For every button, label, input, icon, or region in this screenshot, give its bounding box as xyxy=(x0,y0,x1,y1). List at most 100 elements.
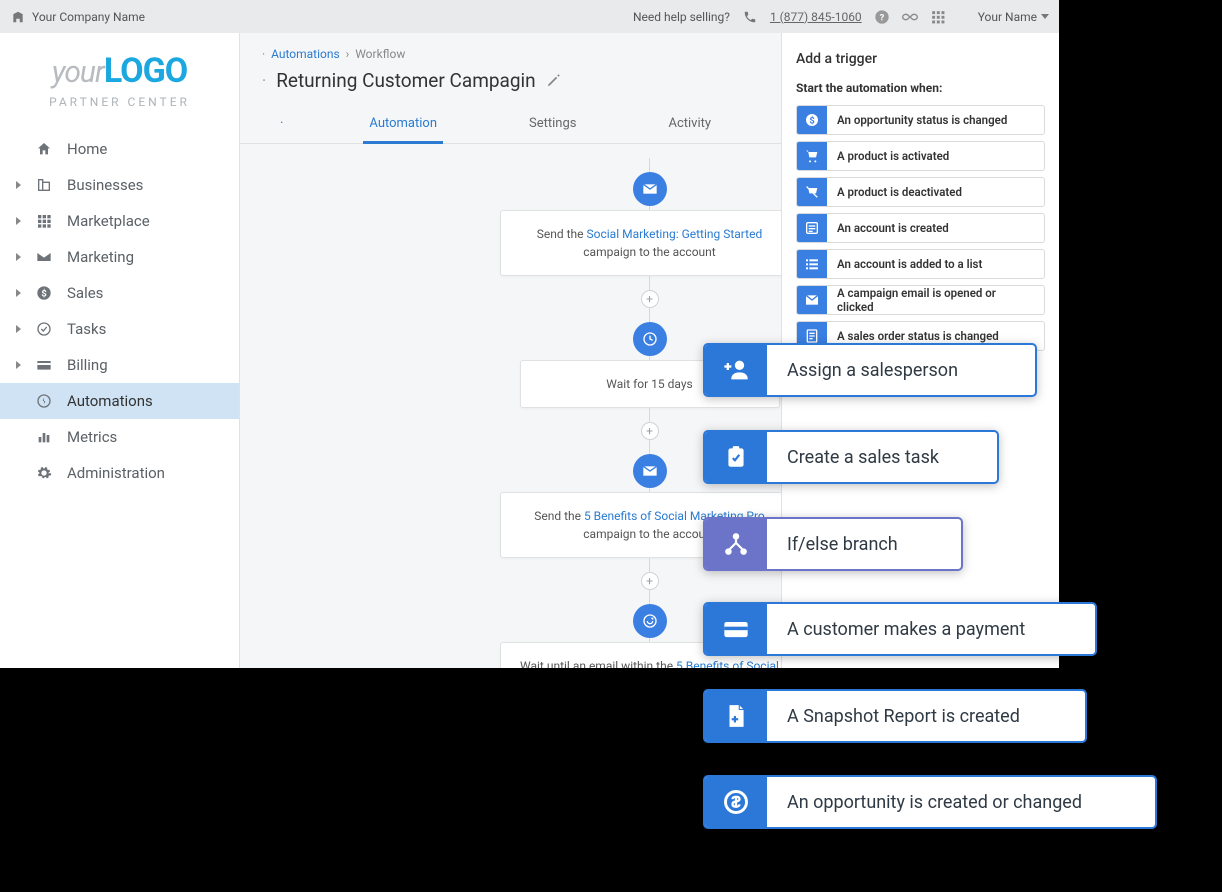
nav-label: Businesses xyxy=(67,176,143,194)
nav-label: Marketing xyxy=(67,248,134,266)
action-customer-payment[interactable]: A customer makes a payment xyxy=(703,602,1097,656)
caret-icon xyxy=(16,289,21,297)
trigger-product-activated[interactable]: A product is activated xyxy=(796,141,1045,171)
trigger-label: A product is activated xyxy=(827,149,959,163)
trigger-email-opened[interactable]: A campaign email is opened or clicked xyxy=(796,285,1045,315)
caret-icon xyxy=(16,253,21,261)
add-step-button[interactable]: + xyxy=(641,290,659,308)
clipboard-check-icon xyxy=(705,432,767,482)
trigger-account-list[interactable]: An account is added to a list xyxy=(796,249,1045,279)
trigger-label: A product is deactivated xyxy=(827,185,972,199)
action-snapshot-report[interactable]: A Snapshot Report is created xyxy=(703,689,1087,743)
tab-activity[interactable]: Activity xyxy=(662,106,717,143)
breadcrumb-leaf: Workflow xyxy=(355,47,405,61)
tab-automation[interactable]: Automation xyxy=(363,106,443,144)
sidebar: yourLOGO PARTNER CENTER Home Businesses … xyxy=(0,33,240,668)
action-label: Assign a salesperson xyxy=(767,360,978,381)
trigger-product-deactivated[interactable]: A product is deactivated xyxy=(796,177,1045,207)
action-assign-salesperson[interactable]: Assign a salesperson xyxy=(703,343,1037,397)
home-icon xyxy=(35,140,53,158)
chevron-down-icon xyxy=(1041,14,1049,19)
step-link[interactable]: Social Marketing: Getting Started xyxy=(587,227,763,241)
branch-icon xyxy=(705,519,767,569)
list-icon xyxy=(797,249,827,279)
nav-label: Home xyxy=(67,140,107,158)
nav: Home Businesses Marketplace Marketing $ … xyxy=(0,131,239,491)
building-icon xyxy=(10,9,26,25)
wait-until-step-icon xyxy=(633,604,667,638)
action-if-else-branch[interactable]: If/else branch xyxy=(703,517,963,571)
nav-label: Tasks xyxy=(67,320,106,338)
logo-subtitle: PARTNER CENTER xyxy=(16,95,223,109)
trigger-label: An account is added to a list xyxy=(827,257,992,271)
nav-automations[interactable]: Automations xyxy=(0,383,239,419)
logo-part1: your xyxy=(52,55,104,90)
businesses-icon xyxy=(35,176,53,194)
step-send-campaign-1[interactable]: Send the Social Marketing: Getting Start… xyxy=(500,210,800,276)
nav-billing[interactable]: Billing xyxy=(0,347,239,383)
help-selling-text: Need help selling? xyxy=(633,10,730,24)
add-step-button[interactable]: + xyxy=(641,572,659,590)
nav-metrics[interactable]: Metrics xyxy=(0,419,239,455)
page-title: Returning Customer Campagin xyxy=(276,69,535,92)
nav-label: Sales xyxy=(67,284,103,302)
action-label: Create a sales task xyxy=(767,447,959,468)
card-icon xyxy=(705,604,767,654)
action-opportunity-changed[interactable]: An opportunity is created or changed xyxy=(703,775,1157,829)
edit-title-icon[interactable] xyxy=(546,73,561,88)
nav-label: Administration xyxy=(67,464,165,482)
marketing-icon xyxy=(35,248,53,266)
nav-marketing[interactable]: Marketing xyxy=(0,239,239,275)
nav-label: Marketplace xyxy=(67,212,150,230)
trigger-opportunity-status[interactable]: $ An opportunity status is changed xyxy=(796,105,1045,135)
phone-icon xyxy=(742,9,758,25)
billing-icon xyxy=(35,356,53,374)
cart-off-icon xyxy=(797,177,827,207)
email-step-icon xyxy=(633,454,667,488)
action-create-sales-task[interactable]: Create a sales task xyxy=(703,430,999,484)
trigger-account-created[interactable]: An account is created xyxy=(796,213,1045,243)
marketplace-icon xyxy=(35,212,53,230)
username-label: Your Name xyxy=(978,10,1037,24)
step-text: Send the xyxy=(534,509,584,523)
step-text: Wait for 15 days xyxy=(606,377,692,391)
caret-icon xyxy=(16,181,21,189)
step-text: Send the xyxy=(537,227,587,241)
svg-text:$: $ xyxy=(41,288,46,299)
file-add-icon xyxy=(705,691,767,741)
nav-home[interactable]: Home xyxy=(0,131,239,167)
tab-settings[interactable]: Settings xyxy=(523,106,582,143)
infinity-icon[interactable] xyxy=(902,9,918,25)
company-name: Your Company Name xyxy=(32,10,145,24)
nav-sales[interactable]: $ Sales xyxy=(0,275,239,311)
email-icon xyxy=(797,285,827,315)
nav-businesses[interactable]: Businesses xyxy=(0,167,239,203)
automations-icon xyxy=(35,392,53,410)
nav-administration[interactable]: Administration xyxy=(0,455,239,491)
user-menu[interactable]: Your Name xyxy=(978,10,1049,24)
nav-label: Automations xyxy=(67,392,153,410)
phone-link[interactable]: 1 (877) 845-1060 xyxy=(770,10,862,24)
panel-title: Add a trigger xyxy=(796,51,1045,67)
caret-icon xyxy=(16,325,21,333)
trigger-label: An account is created xyxy=(827,221,959,235)
apps-grid-icon[interactable] xyxy=(930,9,946,25)
action-label: If/else branch xyxy=(767,534,918,555)
email-step-icon xyxy=(633,172,667,206)
nav-marketplace[interactable]: Marketplace xyxy=(0,203,239,239)
person-add-icon xyxy=(705,345,767,395)
step-text: Wait until an email within the xyxy=(520,659,676,668)
sales-icon: $ xyxy=(35,284,53,302)
tasks-icon xyxy=(35,320,53,338)
add-step-button[interactable]: + xyxy=(641,422,659,440)
metrics-icon xyxy=(35,428,53,446)
breadcrumb-root[interactable]: Automations xyxy=(271,47,340,61)
trigger-label: An opportunity status is changed xyxy=(827,113,1017,127)
nav-tasks[interactable]: Tasks xyxy=(0,311,239,347)
logo-part2: LOGO xyxy=(104,51,187,91)
logo: yourLOGO PARTNER CENTER xyxy=(0,33,239,119)
svg-text:$: $ xyxy=(809,115,814,126)
trigger-label: A sales order status is changed xyxy=(827,329,1009,343)
trigger-label: A campaign email is opened or clicked xyxy=(827,286,1044,314)
help-icon[interactable]: ? xyxy=(874,9,890,25)
